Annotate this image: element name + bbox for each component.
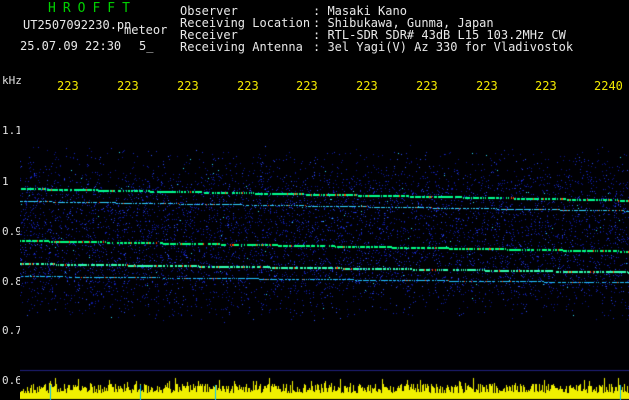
x-tick-label: 223	[237, 79, 259, 93]
y-tick-label: 1.1	[2, 124, 22, 137]
meteor-label: meteor	[124, 23, 168, 37]
x-tick-label: 223	[356, 79, 378, 93]
y-tick-label: 0.8	[2, 275, 22, 288]
y-unit-label: kHz	[2, 74, 22, 87]
brand-title: HROFFT	[48, 1, 137, 16]
spectrogram-plot[interactable]	[20, 100, 629, 400]
x-tick-label: 2240	[594, 79, 623, 93]
filename-label: UT2507092230.pn	[23, 18, 132, 32]
datetime-label: 25.07.09 22:30	[20, 39, 122, 53]
x-tick-label: 223	[535, 79, 557, 93]
spectrogram-canvas	[20, 100, 629, 400]
count-label: 5_	[139, 39, 154, 53]
x-tick-label: 223	[177, 79, 199, 93]
x-tick-label: 223	[296, 79, 318, 93]
field-value-antenna: : 3el Yagi(V) Az 330 for Vladivostok	[313, 40, 574, 54]
y-tick-label: 0.6	[2, 374, 22, 387]
x-tick-label: 223	[57, 79, 79, 93]
x-tick-label: 223	[117, 79, 139, 93]
y-tick-label: 1	[2, 175, 9, 188]
y-tick-label: 0.7	[2, 324, 22, 337]
y-tick-label: 0.9	[2, 225, 22, 238]
field-label-antenna: Receiving Antenna	[180, 40, 303, 54]
x-tick-label: 223	[476, 79, 498, 93]
x-tick-label: 223	[416, 79, 438, 93]
